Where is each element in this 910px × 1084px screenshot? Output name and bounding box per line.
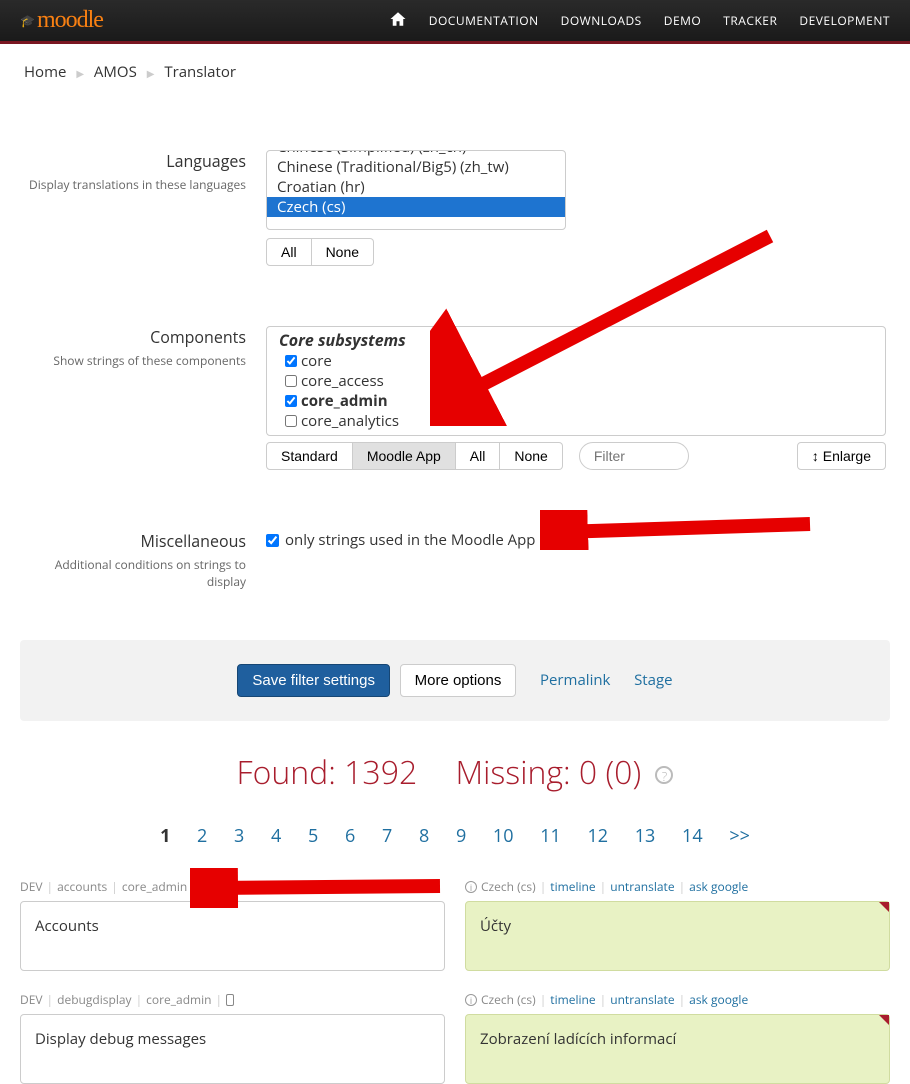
help-icon[interactable]: ? bbox=[655, 766, 673, 784]
components-listbox[interactable]: Core subsystems core core_access core_ad… bbox=[266, 326, 886, 436]
languages-all-button[interactable]: All bbox=[266, 238, 312, 266]
missing-label: Missing: bbox=[456, 751, 571, 794]
nav-documentation[interactable]: DOCUMENTATION bbox=[429, 12, 539, 29]
page-3[interactable]: 3 bbox=[234, 824, 244, 848]
page-10[interactable]: 10 bbox=[493, 824, 514, 848]
languages-label: Languages bbox=[20, 150, 246, 172]
pagination: 1 2 3 4 5 6 7 8 9 10 11 12 13 14 >> bbox=[0, 824, 910, 848]
page-13[interactable]: 13 bbox=[635, 824, 656, 848]
logo-cap-icon: 🎓 bbox=[20, 12, 35, 29]
source-string-box: Display debug messages bbox=[20, 1014, 445, 1084]
breadcrumb-home[interactable]: Home bbox=[24, 62, 66, 82]
home-icon[interactable] bbox=[389, 10, 407, 32]
languages-help: Display translations in these languages bbox=[20, 176, 246, 193]
found-value: 1392 bbox=[344, 751, 417, 794]
component-core-admin[interactable]: core_admin bbox=[285, 391, 873, 411]
chevron-right-icon: ▶ bbox=[147, 66, 155, 80]
page-9[interactable]: 9 bbox=[456, 824, 466, 848]
lang-option-zh-tw[interactable]: Chinese (Traditional/Big5) (zh_tw) bbox=[267, 157, 565, 177]
found-label: Found: bbox=[237, 751, 336, 794]
only-app-label: only strings used in the Moodle App bbox=[285, 530, 535, 550]
page-14[interactable]: 14 bbox=[682, 824, 703, 848]
ask-google-link[interactable]: ask google bbox=[689, 991, 748, 1008]
page-next[interactable]: >> bbox=[729, 824, 750, 848]
page-4[interactable]: 4 bbox=[271, 824, 281, 848]
info-icon[interactable]: i bbox=[465, 994, 477, 1006]
mobile-icon bbox=[202, 881, 210, 893]
page-8[interactable]: 8 bbox=[419, 824, 429, 848]
page-7[interactable]: 7 bbox=[382, 824, 392, 848]
nav-development[interactable]: DEVELOPMENT bbox=[799, 12, 890, 29]
action-bar: Save filter settings More options Permal… bbox=[20, 640, 890, 721]
enlarge-button[interactable]: ↕ Enlarge bbox=[797, 442, 886, 470]
page-5[interactable]: 5 bbox=[308, 824, 318, 848]
languages-none-button[interactable]: None bbox=[312, 238, 374, 266]
stage-link[interactable]: Stage bbox=[634, 670, 672, 690]
breadcrumb-amos[interactable]: AMOS bbox=[94, 62, 137, 82]
target-string-box[interactable]: Zobrazení ladících informací bbox=[465, 1014, 890, 1084]
stats-row: Found: 1392 Missing: 0 (0) ? bbox=[0, 751, 910, 794]
timeline-link[interactable]: timeline bbox=[550, 878, 595, 895]
components-heading: Core subsystems bbox=[279, 329, 873, 351]
string-source-meta: DEV| debugdisplay| core_admin| bbox=[20, 991, 445, 1008]
top-nav-bar: 🎓 moodle DOCUMENTATION DOWNLOADS DEMO TR… bbox=[0, 0, 910, 44]
permalink-link[interactable]: Permalink bbox=[540, 670, 610, 690]
string-target-meta: i Czech (cs)| timeline| untranslate| ask… bbox=[465, 878, 890, 895]
nav-tracker[interactable]: TRACKER bbox=[723, 12, 777, 29]
components-section: Components Show strings of these compone… bbox=[0, 316, 910, 480]
lang-option-zh-cn[interactable]: Chinese (Simplified) (zh_cn) bbox=[267, 150, 565, 157]
components-filter-input[interactable] bbox=[579, 442, 689, 470]
breadcrumb-translator: Translator bbox=[164, 62, 236, 82]
component-core-analytics-checkbox[interactable] bbox=[285, 415, 297, 427]
only-app-checkbox[interactable] bbox=[266, 534, 279, 547]
top-nav-links: DOCUMENTATION DOWNLOADS DEMO TRACKER DEV… bbox=[389, 10, 890, 32]
nav-demo[interactable]: DEMO bbox=[664, 12, 702, 29]
source-string-box: Accounts bbox=[20, 901, 445, 971]
page-1: 1 bbox=[160, 824, 170, 848]
logo-text: moodle bbox=[37, 7, 103, 34]
languages-listbox[interactable]: Chinese (Simplified) (zh_cn) Chinese (Tr… bbox=[266, 150, 566, 230]
nav-downloads[interactable]: DOWNLOADS bbox=[561, 12, 642, 29]
component-core-access-checkbox[interactable] bbox=[285, 375, 297, 387]
missing-value: 0 (0) bbox=[579, 751, 641, 794]
string-row: DEV| accounts| core_admin| Accounts i Cz… bbox=[0, 878, 910, 971]
components-help: Show strings of these components bbox=[20, 352, 246, 369]
info-icon[interactable]: i bbox=[465, 881, 477, 893]
untranslate-link[interactable]: untranslate bbox=[610, 878, 674, 895]
page-6[interactable]: 6 bbox=[345, 824, 355, 848]
save-filter-button[interactable]: Save filter settings bbox=[237, 664, 390, 697]
breadcrumb: Home ▶ AMOS ▶ Translator bbox=[0, 44, 910, 100]
lang-option-cs[interactable]: Czech (cs) bbox=[267, 197, 565, 217]
page-12[interactable]: 12 bbox=[587, 824, 608, 848]
components-all-button[interactable]: All bbox=[456, 442, 501, 470]
component-core-checkbox[interactable] bbox=[285, 355, 297, 367]
target-string-box[interactable]: Účty bbox=[465, 901, 890, 971]
ask-google-link[interactable]: ask google bbox=[689, 878, 748, 895]
component-core-admin-checkbox[interactable] bbox=[285, 395, 297, 407]
page-11[interactable]: 11 bbox=[540, 824, 561, 848]
components-label: Components bbox=[20, 326, 246, 348]
component-core-analytics[interactable]: core_analytics bbox=[285, 411, 873, 431]
component-core-access[interactable]: core_access bbox=[285, 371, 873, 391]
string-target-meta: i Czech (cs)| timeline| untranslate| ask… bbox=[465, 991, 890, 1008]
languages-section: Languages Display translations in these … bbox=[0, 140, 910, 276]
component-core[interactable]: core bbox=[285, 351, 873, 371]
logo[interactable]: 🎓 moodle bbox=[20, 7, 103, 34]
components-moodle-app-button[interactable]: Moodle App bbox=[353, 442, 456, 470]
miscellaneous-section: Miscellaneous Additional conditions on s… bbox=[0, 520, 910, 600]
misc-help: Additional conditions on strings to disp… bbox=[20, 556, 246, 590]
string-row: DEV| debugdisplay| core_admin| Display d… bbox=[0, 991, 910, 1084]
page-2[interactable]: 2 bbox=[197, 824, 207, 848]
timeline-link[interactable]: timeline bbox=[550, 991, 595, 1008]
mobile-icon bbox=[226, 994, 234, 1006]
chevron-right-icon: ▶ bbox=[76, 66, 84, 80]
misc-label: Miscellaneous bbox=[20, 530, 246, 552]
string-source-meta: DEV| accounts| core_admin| bbox=[20, 878, 445, 895]
untranslate-link[interactable]: untranslate bbox=[610, 991, 674, 1008]
lang-option-hr[interactable]: Croatian (hr) bbox=[267, 177, 565, 197]
components-none-button[interactable]: None bbox=[500, 442, 562, 470]
updown-arrow-icon: ↕ bbox=[812, 448, 819, 464]
components-standard-button[interactable]: Standard bbox=[266, 442, 353, 470]
more-options-button[interactable]: More options bbox=[400, 664, 517, 697]
